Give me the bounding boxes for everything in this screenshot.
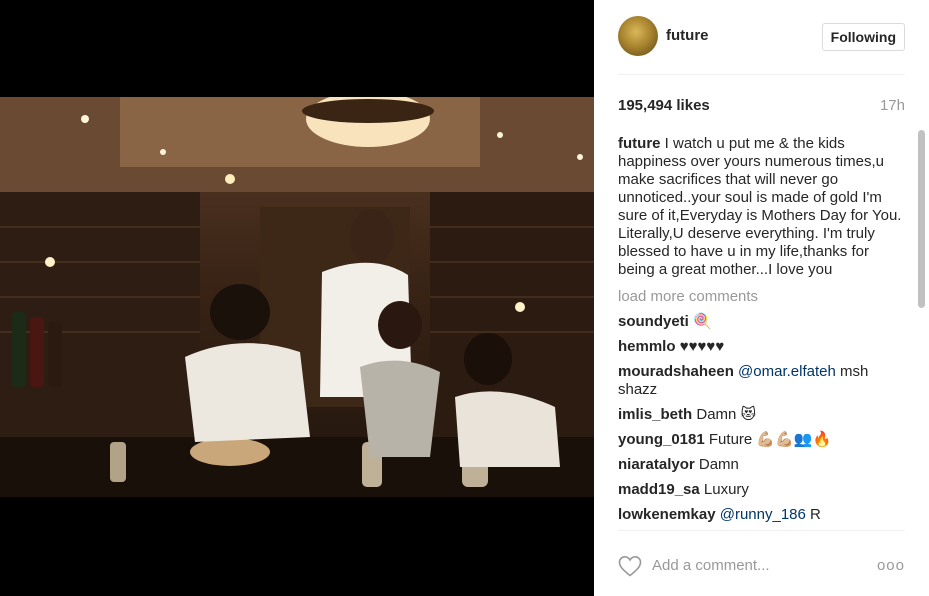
comment-text: Luxury [703,481,749,498]
post-footer: Add a comment... ooo [618,530,905,596]
comments-list: future I watch u put me & the kids happi… [618,135,908,530]
comment-item: young_0181 Future 💪🏼💪🏼👥🔥 [618,431,908,449]
comment-text: Damn 😻 [696,406,757,423]
comment-username[interactable]: mouradshaheen [618,363,734,380]
post-photo[interactable] [0,97,594,497]
heart-icon[interactable] [618,555,642,577]
post-time[interactable]: 17h [880,97,905,114]
likes-count[interactable]: 195,494 likes [618,97,710,114]
comments-scrollbar[interactable] [916,128,926,530]
comment-username[interactable]: niaratalyor [618,456,695,473]
comment-mention[interactable]: @runny_186 [720,506,806,523]
comment-item: soundyeti 🍭 [618,313,908,331]
comment-mention[interactable]: @omar.elfateh [738,363,836,380]
post-header: future Following [618,15,905,75]
comment-item: madd19_sa Luxury [618,481,908,499]
comment-text: ♥♥♥♥♥ [679,338,725,355]
comment-item: niaratalyor Damn [618,456,908,474]
comment-item: imlis_beth Damn 😻 [618,406,908,424]
caption-username[interactable]: future [618,135,661,152]
comment-username[interactable]: soundyeti [618,313,689,330]
caption-text: I watch u put me & the kids happiness ov… [618,135,902,278]
post-username[interactable]: future [666,27,709,44]
comment-text: Future 💪🏼💪🏼👥🔥 [708,431,832,448]
photo-illustration [0,97,594,497]
add-comment-input[interactable]: Add a comment... [652,557,770,574]
more-options-icon[interactable]: ooo [877,557,905,574]
scrollbar-thumb[interactable] [918,130,925,308]
comment-username[interactable]: hemmlo [618,338,676,355]
load-more-comments-link[interactable]: load more comments [618,288,908,306]
comment-item: lowkenemkay @runny_186 R [618,506,908,524]
avatar[interactable] [618,16,658,56]
media-panel [0,0,594,596]
comment-username[interactable]: imlis_beth [618,406,692,423]
following-button[interactable]: Following [821,23,905,51]
post-side-panel: future Following 195,494 likes 17h futur… [594,0,929,596]
comment-text: Damn [698,456,739,473]
comment-username[interactable]: young_0181 [618,431,705,448]
comment-item: mouradshaheen @omar.elfateh msh shazz [618,363,908,399]
post-caption: future I watch u put me & the kids happi… [618,135,908,279]
comment-item: hemmlo ♥♥♥♥♥ [618,338,908,356]
comment-username[interactable]: madd19_sa [618,481,700,498]
comment-username[interactable]: lowkenemkay [618,506,716,523]
comment-text: 🍭 [693,313,712,330]
comment-text: R [810,506,821,523]
